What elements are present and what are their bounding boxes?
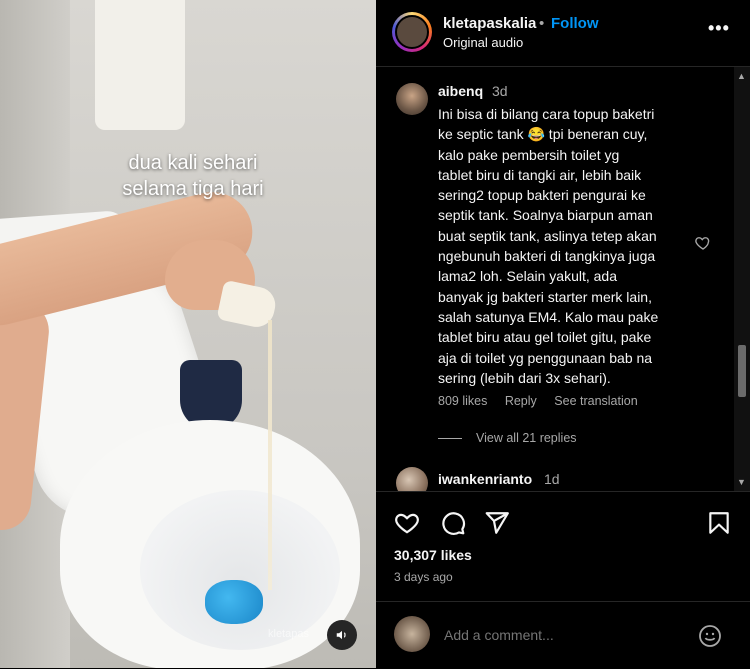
comment-line: lama2 loh. Selain yakult, ada <box>438 268 617 285</box>
comment-line: salah satunya EM4. Kalo mau pake <box>438 308 659 325</box>
comment-line: ngebunuh bakteri di tangkinya juga <box>438 248 656 265</box>
comments-scrollbar[interactable]: ▲ ▼ <box>734 67 750 491</box>
comment-line: sering (lebih dari 3x sehari). <box>438 369 611 386</box>
caption-line-1: dua kali sehari <box>128 152 258 174</box>
emoji-icon[interactable] <box>698 624 722 648</box>
reel-video[interactable]: dua kali sehari selama tiga hari kletapa… <box>0 0 376 668</box>
comment-line: tablet biru atau gel toilet gitu, pake <box>438 329 652 346</box>
comment-line: tablet biru di tangki air, lebih baik <box>438 166 642 183</box>
heart-icon[interactable] <box>394 510 420 536</box>
current-user-avatar <box>394 616 430 652</box>
follow-button[interactable]: Follow <box>551 15 599 32</box>
comment-input[interactable] <box>444 627 674 643</box>
separator-dot: • <box>539 15 545 32</box>
scroll-down-arrow-icon[interactable]: ▼ <box>737 477 746 487</box>
comment-line: banyak jg bakteri starter merk lain, <box>438 288 652 305</box>
comment-username[interactable]: aibenq <box>438 83 483 99</box>
post-actions: 30,307 likes 3 days ago <box>376 491 750 602</box>
comment-meta: 809 likes Reply See translation <box>438 394 652 408</box>
blue-tablet-water <box>205 580 263 624</box>
audio-link[interactable]: Original audio <box>443 35 523 50</box>
comment-line: septik tank. Soalnya biarpun aman <box>438 207 653 224</box>
more-options-button[interactable]: ••• <box>708 18 730 39</box>
speaker-icon <box>336 630 346 640</box>
author-username[interactable]: kletapaskalia <box>443 15 536 32</box>
comment-composer <box>376 601 750 669</box>
comment-time: 1d <box>544 471 560 487</box>
comment-line: aja di toilet yg penggunaan bab na <box>438 349 653 366</box>
wall-fixture <box>95 0 185 130</box>
comment-likes[interactable]: 809 likes <box>438 394 487 408</box>
toilet-bowl-inner <box>140 490 340 650</box>
reply-button[interactable]: Reply <box>505 394 537 408</box>
comment-time: 3d <box>492 83 508 99</box>
mute-button[interactable] <box>327 620 357 650</box>
comments-list: aibenq 3d Ini bisa di bilang cara topup … <box>376 67 750 491</box>
share-icon[interactable] <box>484 510 510 536</box>
bookmark-icon[interactable] <box>706 510 732 536</box>
post-panel: kletapaskalia • Follow Original audio ••… <box>376 0 750 668</box>
likes-count[interactable]: 30,307 likes <box>394 547 472 563</box>
comment-line: kalo pake pembersih toilet yg <box>438 146 620 163</box>
replies-dash <box>438 438 462 440</box>
watermark: kletapas <box>268 628 309 640</box>
post-header: kletapaskalia • Follow Original audio ••… <box>376 0 750 67</box>
see-translation-button[interactable]: See translation <box>554 394 637 408</box>
author-avatar[interactable] <box>392 12 432 52</box>
post-date[interactable]: 3 days ago <box>394 570 453 584</box>
liquid-stream <box>268 320 272 590</box>
comment-username[interactable]: iwankenrianto <box>438 471 532 487</box>
comment-icon[interactable] <box>440 510 466 536</box>
commenter-avatar[interactable] <box>396 83 428 115</box>
view-replies-label: View all 21 replies <box>476 431 577 445</box>
scrollbar-thumb[interactable] <box>738 345 746 397</box>
commenter-avatar[interactable] <box>396 467 428 491</box>
comment-text: Ini bisa di bilang cara topup baketri ke… <box>438 104 698 388</box>
comment-line: ke septic tank 😂 tpi beneran cuy, <box>438 126 648 143</box>
view-replies-button[interactable]: View all 21 replies <box>438 431 577 445</box>
video-caption: dua kali sehari selama tiga hari <box>88 150 298 202</box>
comment-like-icon[interactable] <box>694 234 712 252</box>
caption-line-2: selama tiga hari <box>122 178 264 200</box>
comment-line: Ini bisa di bilang cara topup baketri <box>438 106 655 122</box>
comment-line: sering2 topup bakteri pengurai ke <box>438 187 646 204</box>
scroll-up-arrow-icon[interactable]: ▲ <box>737 71 746 81</box>
comment-line: buat septik tank, aslinya tetep akan <box>438 227 657 244</box>
